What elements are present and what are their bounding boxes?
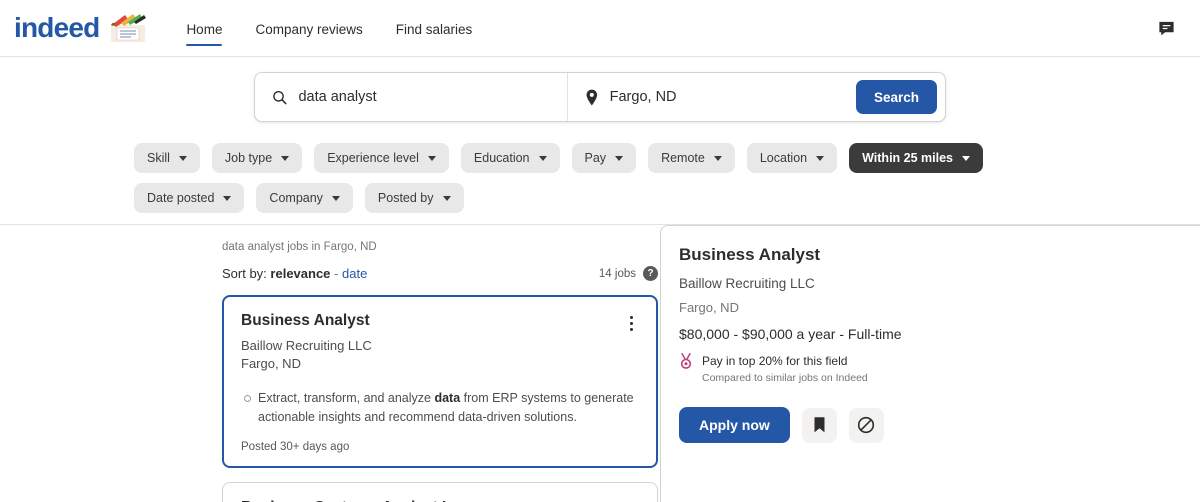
- chevron-down-icon: [178, 155, 187, 161]
- job-card-title[interactable]: Business Analyst: [241, 312, 639, 331]
- detail-company[interactable]: Baillow Recruiting LLC: [679, 276, 1178, 291]
- job-count-label: 14 jobs: [598, 267, 636, 280]
- filter-chip-label: Within 25 miles: [862, 151, 953, 165]
- indeed-logo[interactable]: indeed: [14, 12, 149, 44]
- filter-chip-job-type[interactable]: Job type: [211, 143, 303, 173]
- pay-insight-subtext: Compared to similar jobs on Indeed: [702, 372, 868, 385]
- filter-chip-label: Job type: [224, 151, 273, 165]
- filter-chip-skill[interactable]: Skill: [134, 143, 200, 173]
- apply-now-button[interactable]: Apply now: [679, 407, 790, 444]
- filter-chip-label: Posted by: [377, 191, 434, 205]
- search-button[interactable]: Search: [855, 80, 937, 114]
- chevron-down-icon: [615, 155, 624, 161]
- filter-chip-label: Date posted: [147, 191, 215, 205]
- app-header: indeed Home Company reviews Find salarie…: [0, 0, 1200, 57]
- help-icon[interactable]: ?: [643, 266, 658, 281]
- job-detail-pane: Business Analyst Baillow Recruiting LLC …: [660, 225, 1200, 502]
- nav-item-find-salaries[interactable]: Find salaries: [396, 0, 473, 56]
- detail-location: Fargo, ND: [679, 300, 739, 315]
- more-options-icon[interactable]: [620, 311, 642, 335]
- filter-chip-label: Education: [473, 151, 530, 165]
- sort-by-active: relevance: [270, 266, 331, 281]
- detail-salary-and-type: $80,000 - $90,000 a year - Full-time: [679, 326, 902, 342]
- job-card-location: Fargo, ND: [241, 356, 301, 372]
- chevron-down-icon: [713, 155, 722, 161]
- filter-chip-date-posted[interactable]: Date posted: [134, 183, 245, 213]
- filter-chip-label: Remote: [661, 151, 705, 165]
- filter-chip-label: Pay: [584, 151, 607, 165]
- bookmark-icon: [814, 417, 825, 433]
- search-input[interactable]: [298, 89, 567, 105]
- detail-job-title: Business Analyst: [679, 245, 821, 264]
- job-card[interactable]: Business Systems Analyst I: [222, 482, 658, 502]
- pay-insight-headline: Pay in top 20% for this field: [702, 354, 848, 368]
- chevron-down-icon: [281, 155, 290, 161]
- filter-chip-experience-level[interactable]: Experience level: [314, 143, 449, 173]
- not-interested-button[interactable]: [848, 407, 884, 443]
- chevron-down-icon: [223, 195, 232, 201]
- chevron-down-icon: [816, 155, 825, 161]
- chevron-down-icon: [442, 195, 451, 201]
- sort-by-control: Sort by: relevance - date: [222, 266, 367, 281]
- location-pin-icon: [586, 89, 598, 105]
- indeed-doodle-art[interactable]: [109, 12, 149, 44]
- job-count-group: 14 jobs ?: [599, 266, 658, 281]
- filter-chip-pay[interactable]: Pay: [571, 143, 637, 173]
- filter-chip-within-25-miles[interactable]: Within 25 miles: [849, 143, 983, 173]
- logo-wordmark: indeed: [14, 12, 100, 43]
- filter-chip-education[interactable]: Education: [460, 143, 560, 173]
- filter-chip-location[interactable]: Location: [746, 143, 838, 173]
- more-options-icon[interactable]: [621, 497, 643, 502]
- filter-chip-remote[interactable]: Remote: [648, 143, 735, 173]
- nav-item-home[interactable]: Home: [186, 0, 223, 56]
- pay-insight-texts: Pay in top 20% for this field Compared t…: [702, 353, 868, 385]
- sort-by-separator: -: [334, 266, 339, 281]
- snippet-pre: Extract, transform, and analyze: [258, 391, 435, 406]
- chevron-down-icon: [427, 155, 436, 161]
- detail-actions: Apply now: [679, 407, 1178, 444]
- location-input[interactable]: [609, 89, 856, 105]
- chevron-down-icon: [538, 155, 547, 161]
- results-area: data analyst jobs in Fargo, ND Sort by: …: [0, 225, 1200, 502]
- filter-chip-label: Skill: [147, 151, 170, 165]
- what-field[interactable]: [255, 73, 567, 121]
- search-icon: [273, 90, 287, 104]
- sort-by-date-link[interactable]: date: [342, 266, 367, 281]
- header-actions: [1152, 14, 1184, 42]
- block-circle-slash-icon: [858, 417, 875, 434]
- award-medal-icon: [680, 353, 692, 369]
- results-meta: data analyst jobs in Fargo, ND: [222, 241, 377, 253]
- chevron-down-icon: [962, 155, 970, 161]
- nav-item-company-reviews[interactable]: Company reviews: [255, 0, 362, 56]
- doodle-illustration-svg: [111, 14, 147, 42]
- snippet-keyword: data: [434, 391, 461, 406]
- filter-chips: Skill Job type Experience level Educatio…: [130, 143, 1070, 213]
- job-card-snippet: Extract, transform, and analyze data fro…: [241, 389, 639, 427]
- filter-chip-posted-by[interactable]: Posted by: [364, 183, 464, 213]
- chevron-down-icon: [331, 195, 340, 201]
- list-item: Extract, transform, and analyze data fro…: [244, 389, 639, 427]
- filter-chip-company[interactable]: Company: [256, 183, 353, 213]
- search-band: Search Skill Job type Experience level E…: [0, 57, 1200, 225]
- filter-chip-label: Experience level: [327, 151, 419, 165]
- search-bar: Search: [254, 72, 946, 122]
- where-field[interactable]: [567, 73, 856, 121]
- sort-by-prefix: Sort by:: [222, 266, 267, 281]
- sort-row: Sort by: relevance - date 14 jobs ?: [222, 266, 658, 281]
- job-card[interactable]: Business Analyst Baillow Recruiting LLC …: [222, 295, 658, 469]
- save-job-button[interactable]: [801, 407, 837, 443]
- job-card-posted-date: Posted 30+ days ago: [241, 441, 350, 454]
- pay-insight-badge: Pay in top 20% for this field Compared t…: [679, 353, 1178, 385]
- filter-chip-label: Company: [269, 191, 323, 205]
- messages-icon[interactable]: [1152, 14, 1180, 42]
- job-list-column: data analyst jobs in Fargo, ND Sort by: …: [0, 225, 660, 502]
- messages-icon-svg: [1158, 21, 1174, 35]
- job-card-company: Baillow Recruiting LLC: [241, 337, 372, 353]
- main-nav: Home Company reviews Find salaries: [186, 0, 472, 56]
- filter-chip-label: Location: [759, 151, 808, 165]
